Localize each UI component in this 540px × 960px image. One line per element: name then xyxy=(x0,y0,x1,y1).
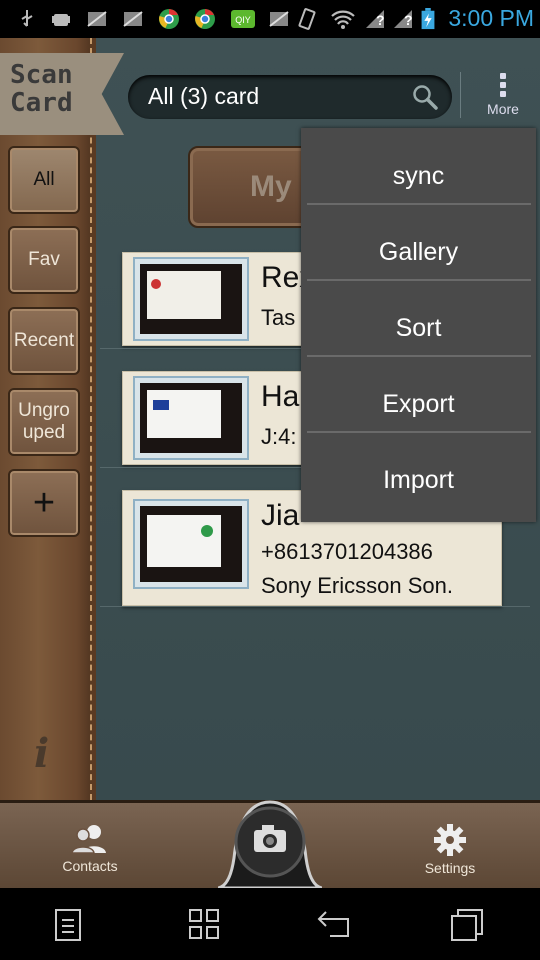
vibrate-icon xyxy=(298,8,316,30)
camera-button[interactable] xyxy=(217,798,323,890)
more-button[interactable]: More xyxy=(478,70,528,124)
menu-item-label: sync xyxy=(392,162,445,190)
card-name: Jia xyxy=(261,499,300,532)
contacts-label: Contacts xyxy=(62,858,118,874)
svg-text:?: ? xyxy=(376,12,385,28)
menu-item-label: Export xyxy=(382,390,455,418)
recent-apps-icon[interactable] xyxy=(450,908,484,942)
card-thumbnail xyxy=(133,376,249,460)
menu-divider xyxy=(307,355,531,357)
app-logo: Scan Card xyxy=(0,53,124,135)
tab-label: Ungro uped xyxy=(18,400,70,443)
settings-label: Settings xyxy=(424,860,476,876)
chrome-icon xyxy=(195,9,215,29)
plus-icon: + xyxy=(32,482,56,524)
contacts-button[interactable]: Contacts xyxy=(40,823,140,874)
settings-button[interactable]: Settings xyxy=(400,823,500,876)
card-thumbnail xyxy=(133,499,249,589)
back-icon[interactable] xyxy=(316,908,352,938)
apps-grid-icon[interactable] xyxy=(188,908,220,940)
status-clock: 3:00 PM xyxy=(448,5,534,31)
overflow-dots-icon xyxy=(478,73,528,97)
search-icon[interactable] xyxy=(412,84,438,110)
tab-ungrouped[interactable]: Ungro uped xyxy=(8,388,80,456)
list-divider xyxy=(100,606,530,607)
tab-label: Recent xyxy=(13,330,75,351)
menu-divider xyxy=(307,431,531,433)
search-bar[interactable]: All (3) card xyxy=(128,75,452,119)
signal-unknown-icon: ? xyxy=(394,10,413,28)
logo-text: Scan Card xyxy=(10,61,90,117)
menu-divider xyxy=(307,279,531,281)
wifi-icon xyxy=(331,10,355,29)
card-name: Ha xyxy=(261,380,300,413)
search-filter-text: All (3) card xyxy=(148,83,260,109)
muted-notification-icon xyxy=(269,11,289,27)
menu-item-label: Sort xyxy=(395,314,442,342)
tab-fav[interactable]: Fav xyxy=(8,226,80,294)
add-group-button[interactable]: + xyxy=(8,469,80,537)
card-company: Sony Ericsson Son. xyxy=(261,573,453,598)
logo-line2: Card xyxy=(10,88,73,118)
sidebar-stitching xyxy=(90,38,96,800)
menu-item-label: Import xyxy=(383,466,454,494)
card-detail: J:4: xyxy=(261,424,297,449)
muted-notification-icon xyxy=(87,11,107,27)
card-phone: +8613701204386 xyxy=(261,539,433,564)
iqiyi-icon: QIY xyxy=(231,10,255,28)
contacts-icon xyxy=(71,825,106,854)
tab-label: All xyxy=(33,169,55,190)
logo-line1: Scan xyxy=(10,60,73,90)
menu-icon[interactable] xyxy=(54,908,82,942)
menu-item-import[interactable]: Import xyxy=(301,442,536,518)
svg-text:QIY: QIY xyxy=(235,15,251,25)
card-detail: Tas xyxy=(261,305,296,330)
android-icon xyxy=(52,14,70,26)
camera-icon xyxy=(217,800,323,890)
svg-text:?: ? xyxy=(404,12,413,28)
chrome-icon xyxy=(159,9,179,29)
usb-icon xyxy=(21,10,33,27)
info-icon[interactable]: i xyxy=(34,730,49,777)
tab-all[interactable]: All xyxy=(8,146,80,214)
more-label: More xyxy=(487,101,519,117)
gear-icon xyxy=(434,824,466,856)
toolbar-divider xyxy=(460,72,461,118)
menu-item-label: Gallery xyxy=(378,238,459,266)
my-card-label: My xyxy=(250,170,292,203)
status-bar: QIY ? ? 3:00 PM xyxy=(0,0,540,38)
menu-divider xyxy=(307,203,531,205)
signal-unknown-icon: ? xyxy=(366,10,385,28)
system-nav-bar xyxy=(0,888,540,960)
overflow-menu: sync Gallery Sort Export Import xyxy=(301,128,536,522)
tab-recent[interactable]: Recent xyxy=(8,307,80,375)
battery-charging-icon xyxy=(421,8,435,30)
muted-notification-icon xyxy=(123,11,143,27)
tab-label: Fav xyxy=(28,249,60,270)
card-thumbnail xyxy=(133,257,249,341)
